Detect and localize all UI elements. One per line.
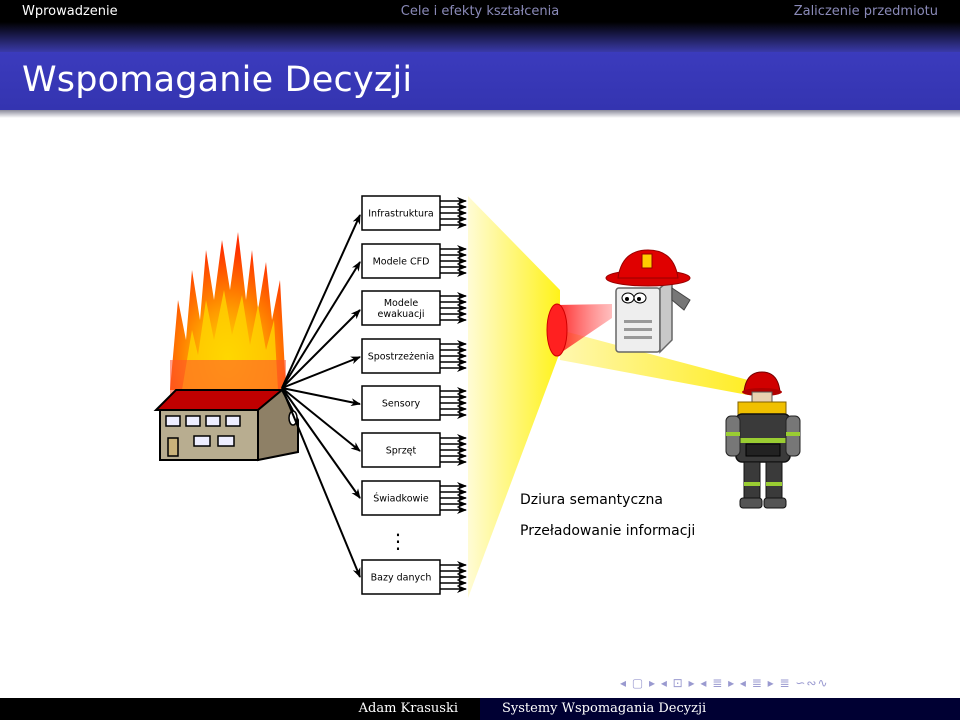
source-box: Infrastruktura <box>361 195 467 231</box>
beamer-navigation-symbols[interactable]: ◂ ▢ ▸ ◂ ⊡ ▸ ◂ ≣ ▸ ◂ ≣ ▸ ≣ ∽∾∿ <box>620 676 829 690</box>
source-box: Modele CFD <box>361 243 467 279</box>
source-label: Świadkowie <box>373 493 429 505</box>
source-label: Modele <box>384 298 419 309</box>
source-label: Modele CFD <box>373 257 430 268</box>
header-gradient <box>0 22 960 52</box>
source-label: ewakuacji <box>378 309 425 320</box>
source-label: Spostrzeżenia <box>368 352 435 363</box>
decision-computer-illustration <box>605 249 691 354</box>
source-label: Sprzęt <box>386 446 417 457</box>
fire-illustration <box>170 232 286 396</box>
title-shadow <box>0 110 960 118</box>
footer-bar: Adam Krasuski Systemy Wspomagania Decyzj… <box>0 698 960 720</box>
section-navigation: Wprowadzenie Cele i efekty kształcenia Z… <box>0 0 960 22</box>
problem-semantic-gap: Dziura semantyczna <box>520 492 663 508</box>
data-flow-arrows <box>281 214 361 578</box>
source-box: Spostrzeżenia <box>361 338 467 374</box>
source-box: Modeleewakuacji <box>361 290 467 326</box>
more-sources-ellipsis: ⋮ <box>388 529 408 553</box>
nav-section-goals[interactable]: Cele i efekty kształcenia <box>320 4 640 19</box>
footer-course-title: Systemy Wspomagania Decyzji <box>480 698 960 720</box>
source-box: Bazy danych <box>361 559 467 595</box>
slide-title: Wspomaganie Decyzji <box>22 60 413 100</box>
source-label: Sensory <box>382 399 421 410</box>
source-label: Infrastruktura <box>368 209 433 220</box>
nav-section-intro[interactable]: Wprowadzenie <box>0 4 320 19</box>
source-box: Sensory <box>361 385 467 421</box>
footer-author: Adam Krasuski <box>0 698 480 720</box>
decision-support-diagram: Infrastruktura Modele CFD Modeleewakuacji S… <box>153 195 801 598</box>
nav-section-grading[interactable]: Zaliczenie przedmiotu <box>640 4 960 19</box>
source-box: Świadkowie <box>361 480 467 516</box>
problem-information-overload: Przeładowanie informacji <box>520 523 696 539</box>
frame-title-bar: Wspomaganie Decyzji <box>0 52 960 110</box>
source-box: Sprzęt <box>361 432 467 468</box>
data-source-boxes: Infrastruktura Modele CFD Modeleewakuacji S… <box>361 195 467 595</box>
source-label: Bazy danych <box>371 573 432 584</box>
burning-building-illustration <box>153 388 299 462</box>
